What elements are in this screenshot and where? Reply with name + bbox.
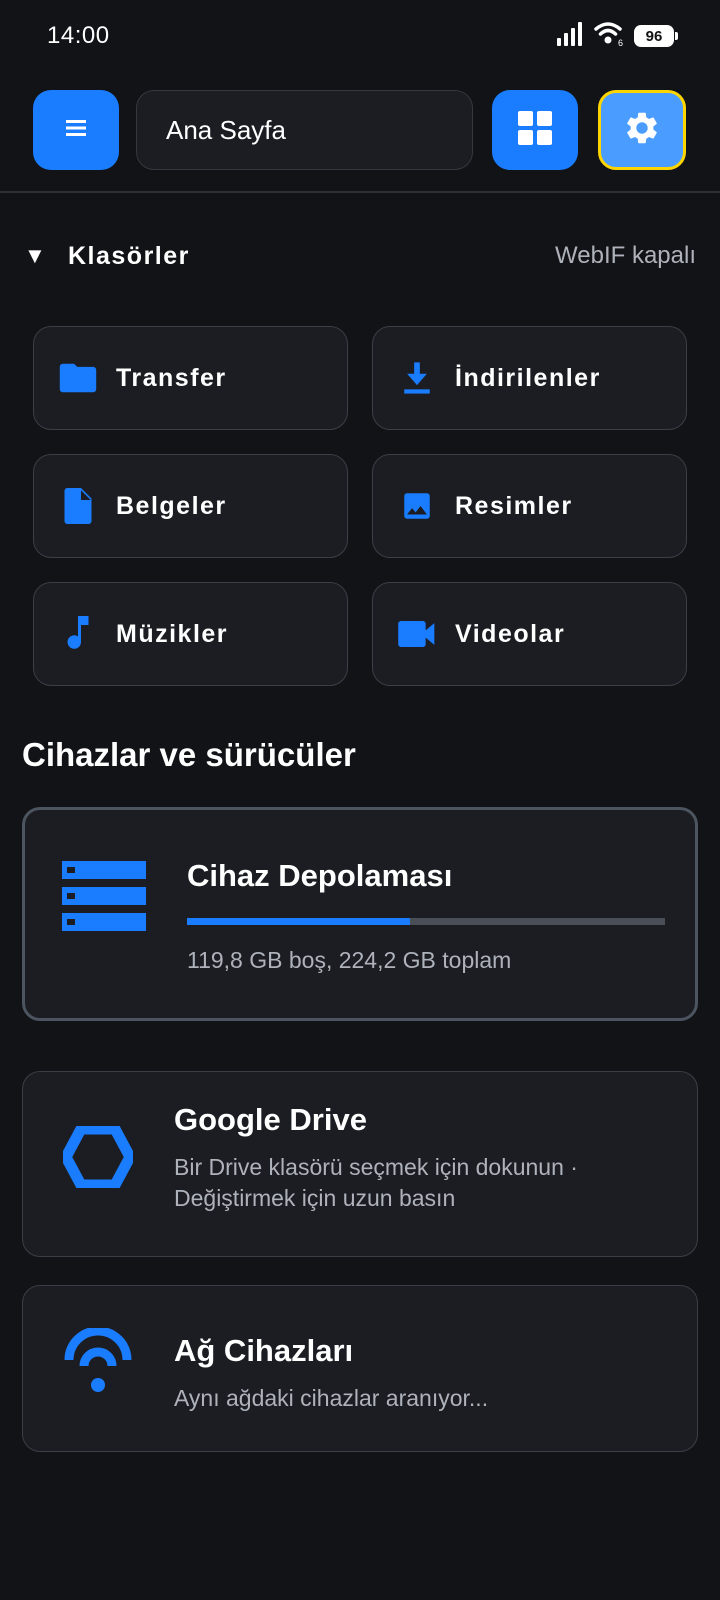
- music-note-icon: [58, 614, 98, 654]
- toolbar-divider: [0, 191, 720, 193]
- menu-button[interactable]: [33, 90, 119, 170]
- page-title[interactable]: Ana Sayfa: [136, 90, 473, 170]
- toolbar: Ana Sayfa: [0, 90, 720, 170]
- folder-label: Resimler: [455, 491, 573, 520]
- status-icons: 6 96: [556, 21, 678, 52]
- google-drive-card[interactable]: Google Drive Bir Drive klasörü seçmek iç…: [22, 1071, 698, 1257]
- collapse-caret-icon[interactable]: ▼: [24, 243, 68, 269]
- document-icon: [58, 486, 98, 526]
- folder-label: Belgeler: [116, 491, 227, 520]
- storage-progress-fill: [187, 918, 410, 925]
- svg-text:6: 6: [618, 38, 623, 47]
- status-time: 14:00: [47, 22, 110, 49]
- folders-section-title: Klasörler: [68, 241, 190, 270]
- devices-section-title: Cihazlar ve sürücüler: [22, 736, 356, 773]
- folder-label: Transfer: [116, 363, 227, 392]
- storage-progress-bar: [187, 918, 665, 925]
- folders-section-header[interactable]: ▼ Klasörler WebIF kapalı: [24, 236, 696, 276]
- menu-icon: [66, 119, 86, 142]
- folder-label: Videolar: [455, 619, 566, 648]
- folder-transfer[interactable]: Transfer: [33, 326, 348, 430]
- download-icon: [397, 358, 437, 398]
- battery-level: 96: [645, 27, 663, 45]
- folder-documents[interactable]: Belgeler: [33, 454, 348, 558]
- grid-view-icon: [518, 110, 552, 150]
- folder-music[interactable]: Müzikler: [33, 582, 348, 686]
- status-bar: 14:00 6 96: [0, 0, 720, 72]
- google-drive-title: Google Drive: [174, 1102, 367, 1137]
- storage-icon: [62, 861, 146, 931]
- google-drive-icon: [63, 1126, 133, 1188]
- settings-button[interactable]: [598, 90, 686, 170]
- folder-label: İndirilenler: [455, 363, 601, 392]
- settings-icon: [623, 109, 661, 152]
- network-devices-card[interactable]: Ağ Cihazları Aynı ağdaki cihazlar aranıy…: [22, 1285, 698, 1452]
- folder-grid: Transfer İndirilenler Belgeler Resimler …: [33, 326, 687, 686]
- signal-icon: [556, 21, 586, 51]
- storage-title: Cihaz Depolaması: [187, 858, 453, 893]
- device-storage-card[interactable]: Cihaz Depolaması 119,8 GB boş, 224,2 GB …: [22, 807, 698, 1021]
- google-drive-subtitle-line1: Bir Drive klasörü seçmek için dokunun ·: [174, 1154, 578, 1180]
- folder-icon: [58, 358, 98, 398]
- folder-label: Müzikler: [116, 619, 229, 648]
- webif-status[interactable]: WebIF kapalı: [555, 242, 696, 270]
- grid-view-button[interactable]: [492, 90, 578, 170]
- video-camera-icon: [397, 614, 437, 654]
- network-wifi-icon: [64, 1328, 132, 1396]
- storage-subtitle: 119,8 GB boş, 224,2 GB toplam: [187, 947, 512, 973]
- folder-videos[interactable]: Videolar: [372, 582, 687, 686]
- network-devices-title: Ağ Cihazları: [174, 1333, 354, 1368]
- folder-downloads[interactable]: İndirilenler: [372, 326, 687, 430]
- folder-pictures[interactable]: Resimler: [372, 454, 687, 558]
- google-drive-subtitle-line2: Değiştirmek için uzun basın: [174, 1185, 456, 1211]
- image-icon: [397, 486, 437, 526]
- battery-icon: 96: [634, 25, 678, 47]
- wifi-icon: 6: [594, 21, 626, 52]
- network-devices-subtitle: Aynı ağdaki cihazlar aranıyor...: [174, 1385, 489, 1411]
